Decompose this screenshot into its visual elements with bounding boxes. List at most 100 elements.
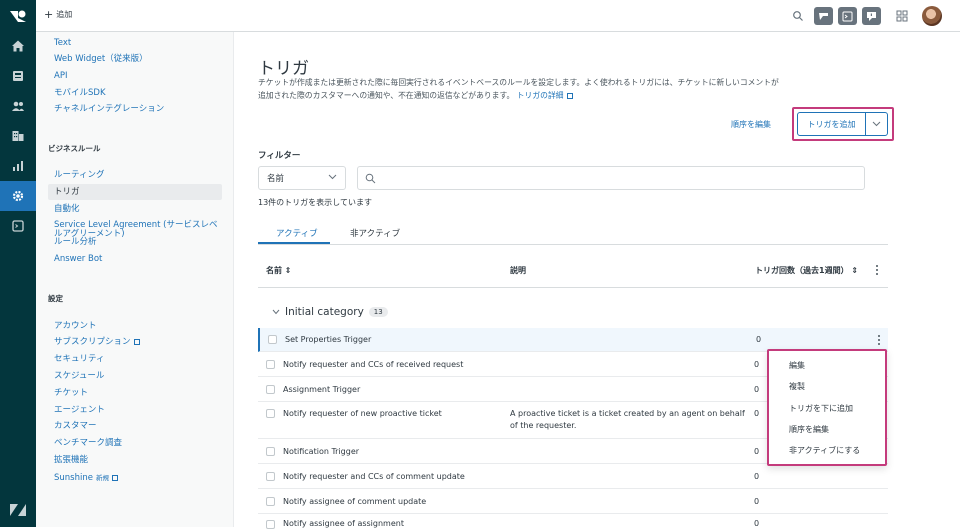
new-badge: 新規 bbox=[95, 474, 109, 482]
category-header[interactable]: Initial category 13 bbox=[272, 306, 388, 318]
sidebar-item-schedules[interactable]: スケジュール bbox=[54, 371, 104, 381]
row-checkbox[interactable] bbox=[266, 360, 275, 369]
reporting-icon[interactable] bbox=[0, 151, 36, 181]
row-context-menu: 編集 複製 トリガを下に追加 順序を編集 非アクティブにする bbox=[767, 349, 887, 466]
sidebar-heading-business-rules: ビジネスルール bbox=[48, 144, 101, 153]
search-icon bbox=[365, 173, 376, 184]
row-checkbox[interactable] bbox=[266, 385, 275, 394]
sidebar-item-web-widget[interactable]: Web Widget（従来版） bbox=[54, 54, 148, 64]
trigger-name[interactable]: Notification Trigger bbox=[283, 447, 359, 456]
sidebar-item-triggers[interactable]: トリガ bbox=[54, 187, 80, 197]
add-button[interactable]: + 追加 bbox=[44, 9, 72, 20]
column-header-name[interactable]: 名前 ⇕ bbox=[266, 265, 292, 276]
apps-grid-icon[interactable] bbox=[896, 10, 908, 22]
sidebar-item-rule-analysis[interactable]: ルール分析 bbox=[54, 237, 97, 247]
users-icon[interactable] bbox=[0, 91, 36, 121]
external-link-icon bbox=[111, 474, 118, 481]
trigger-count: 0 bbox=[754, 409, 760, 418]
chevron-down-icon bbox=[272, 309, 280, 315]
row-options-kebab-icon[interactable] bbox=[878, 335, 881, 347]
sidebar-item-api[interactable]: API bbox=[54, 71, 67, 81]
filter-search-input[interactable] bbox=[380, 170, 850, 186]
zendesk-logo-icon[interactable] bbox=[9, 8, 27, 24]
row-checkbox[interactable] bbox=[266, 520, 275, 529]
table-row[interactable]: Notify requester and CCs of comment upda… bbox=[258, 465, 888, 489]
add-trigger-split-button: トリガを追加 bbox=[797, 112, 888, 136]
filter-label: フィルター bbox=[258, 151, 301, 161]
menu-item-edit-order[interactable]: 順序を編集 bbox=[789, 424, 829, 435]
console-icon[interactable] bbox=[838, 7, 857, 25]
sidebar-item-automations[interactable]: 自動化 bbox=[54, 204, 80, 214]
row-checkbox[interactable] bbox=[266, 497, 275, 506]
menu-item-clone[interactable]: 複製 bbox=[789, 381, 805, 392]
tab-active[interactable]: アクティブ bbox=[276, 227, 318, 239]
menu-item-deactivate[interactable]: 非アクティブにする bbox=[789, 445, 860, 456]
sidebar-item-extensions[interactable]: 拡張機能 bbox=[54, 455, 88, 465]
sidebar-item-text[interactable]: Text bbox=[54, 38, 71, 48]
sidebar-item-subscription[interactable]: サブスクリプション bbox=[54, 337, 140, 347]
column-header-count[interactable]: トリガ回数（過去1週間） ⇕ bbox=[755, 265, 858, 276]
add-trigger-dropdown-button[interactable] bbox=[866, 113, 887, 135]
trigger-name[interactable]: Notify requester and CCs of comment upda… bbox=[283, 472, 465, 481]
conversations-icon[interactable] bbox=[814, 7, 833, 25]
column-header-count-label: トリガ回数（過去1週間） bbox=[755, 266, 849, 275]
sort-icon: ⇕ bbox=[851, 266, 859, 275]
admin-sidebar: Text Web Widget（従来版） API モバイルSDK チャネルインテ… bbox=[36, 32, 234, 527]
add-trigger-button[interactable]: トリガを追加 bbox=[798, 113, 866, 135]
trigger-name[interactable]: Notify requester and CCs of received req… bbox=[283, 360, 463, 369]
trigger-count-text: 13件のトリガを表示しています bbox=[258, 198, 372, 207]
sidebar-item-sunshine[interactable]: Sunshine 新規 bbox=[54, 473, 118, 483]
sidebar-item-tickets[interactable]: チケット bbox=[54, 388, 88, 398]
row-checkbox[interactable] bbox=[266, 409, 275, 418]
details-link[interactable]: トリガの詳細 bbox=[517, 91, 564, 100]
page-description: チケットが作成または更新された際に毎回実行されるイベントベースのルールを設定しま… bbox=[258, 77, 783, 102]
sidebar-item-account[interactable]: アカウント bbox=[54, 321, 97, 331]
organizations-icon[interactable] bbox=[0, 121, 36, 151]
user-avatar[interactable] bbox=[922, 6, 942, 26]
column-header-description: 説明 bbox=[510, 266, 526, 275]
trigger-count: 0 bbox=[756, 335, 762, 344]
trigger-name[interactable]: Set Properties Trigger bbox=[285, 335, 371, 344]
home-icon[interactable] bbox=[0, 31, 36, 61]
trigger-count: 0 bbox=[754, 472, 760, 481]
console-app-icon[interactable] bbox=[0, 211, 36, 241]
sidebar-item-mobile-sdk[interactable]: モバイルSDK bbox=[54, 88, 106, 98]
page-title: トリガ bbox=[258, 59, 309, 79]
table-row[interactable]: Notify assignee of assignment 0 bbox=[258, 515, 888, 529]
external-link-icon bbox=[566, 92, 573, 99]
row-checkbox[interactable] bbox=[266, 447, 275, 456]
sidebar-item-routing[interactable]: ルーティング bbox=[54, 170, 105, 180]
menu-item-edit[interactable]: 編集 bbox=[789, 360, 805, 371]
inbox-icon[interactable] bbox=[0, 61, 36, 91]
tab-inactive[interactable]: 非アクティブ bbox=[350, 227, 400, 239]
search-icon[interactable] bbox=[792, 10, 804, 22]
sidebar-item-benchmark[interactable]: ベンチマーク調査 bbox=[54, 438, 122, 448]
row-checkbox[interactable] bbox=[266, 472, 275, 481]
filter-search-box bbox=[357, 166, 865, 190]
chevron-down-icon bbox=[872, 121, 881, 127]
plus-icon: + bbox=[44, 7, 54, 21]
filter-field-select[interactable]: 名前 bbox=[258, 166, 346, 190]
chat-icon[interactable] bbox=[862, 7, 881, 25]
sidebar-item-customers[interactable]: カスタマー bbox=[54, 421, 97, 431]
trigger-name[interactable]: Notify assignee of comment update bbox=[283, 497, 426, 506]
tabs-divider bbox=[258, 244, 888, 245]
table-options-kebab-icon[interactable] bbox=[876, 265, 879, 277]
trigger-description: A proactive ticket is a ticket created b… bbox=[510, 409, 745, 430]
category-count-badge: 13 bbox=[368, 307, 388, 317]
sidebar-item-answer-bot[interactable]: Answer Bot bbox=[54, 254, 102, 264]
trigger-count: 0 bbox=[754, 385, 760, 394]
trigger-name[interactable]: Assignment Trigger bbox=[283, 385, 360, 394]
menu-item-add-trigger-below[interactable]: トリガを下に追加 bbox=[789, 403, 853, 414]
admin-gear-icon[interactable] bbox=[0, 181, 36, 211]
sidebar-item-security[interactable]: セキュリティ bbox=[54, 354, 105, 364]
sidebar-item-channel-integrations[interactable]: チャネルインテグレーション bbox=[54, 104, 164, 114]
sidebar-item-agents[interactable]: エージェント bbox=[54, 405, 105, 415]
filter-select-value: 名前 bbox=[267, 174, 285, 184]
trigger-name[interactable]: Notify requester of new proactive ticket bbox=[283, 409, 442, 418]
edit-order-link[interactable]: 順序を編集 bbox=[731, 119, 771, 130]
chevron-down-icon bbox=[328, 174, 337, 180]
sidebar-heading-settings: 設定 bbox=[48, 294, 63, 303]
table-row[interactable]: Notify assignee of comment update 0 bbox=[258, 490, 888, 514]
row-checkbox[interactable] bbox=[268, 335, 277, 344]
